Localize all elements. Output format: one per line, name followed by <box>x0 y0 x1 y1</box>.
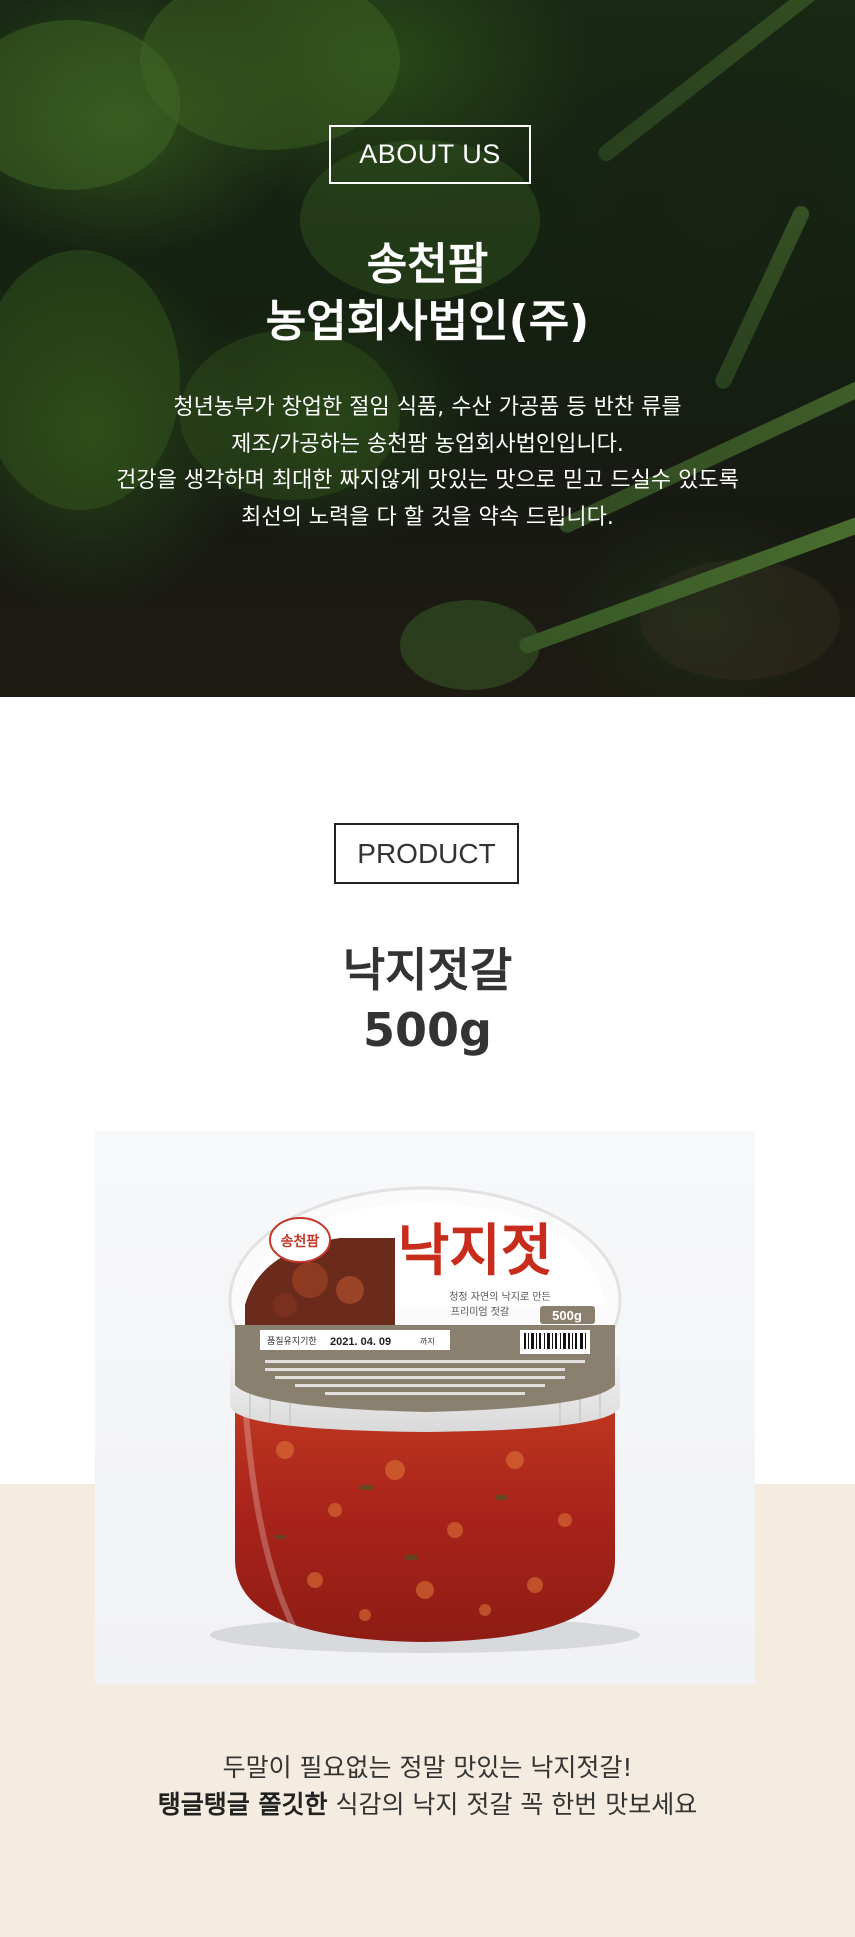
product-name: 낙지젓갈 <box>342 943 513 997</box>
description-line: 제조/가공하는 송천팜 농업회사법인입니다. <box>231 431 624 457</box>
product-photo: 송천팜 낙지젓 청정 자연의 낙지로 만든 프리미엄 젓갈 500g 품질유지기… <box>95 1130 755 1684</box>
about-us-badge: ABOUT US <box>329 125 531 184</box>
about-hero-section: ABOUT US 송천팜 농업회사법인(주) 청년농부가 창업한 절임 식품, … <box>0 0 855 697</box>
company-name: 송천팜 <box>366 239 489 290</box>
company-type: 농업회사법인(주) <box>265 296 590 347</box>
product-caption-line2: 탱글탱글 쫄깃한 식감의 낙지 젓갈 꼭 한번 맛보세요 <box>0 1785 855 1825</box>
caption-rest: 식감의 낙지 젓갈 꼭 한번 맛보세요 <box>327 1790 698 1819</box>
expiry-suffix: 까지 <box>420 1337 435 1346</box>
caption-emphasis: 탱글탱글 쫄깃한 <box>157 1790 328 1819</box>
label-tagline-2: 프리미엄 젓갈 <box>451 1305 509 1318</box>
description-line: 청년농부가 창업한 절임 식품, 수산 가공품 등 반찬 류를 <box>173 395 682 420</box>
expiry-label: 품질유지기한 <box>267 1335 317 1347</box>
label-tagline-1: 청정 자연의 낙지로 만든 <box>449 1291 551 1303</box>
description-line: 건강을 생각하며 최대한 짜지않게 맛있는 맛으로 믿고 드실수 있도록 <box>116 468 739 493</box>
weight-tag-text: 500g <box>552 1308 582 1323</box>
product-badge: PRODUCT <box>334 823 519 884</box>
label-title: 낙지젓 <box>398 1219 553 1284</box>
company-description: 청년농부가 창업한 절임 식품, 수산 가공품 등 반찬 류를 제조/가공하는 … <box>0 390 855 536</box>
expiry-date: 2021. 04. 09 <box>330 1336 391 1348</box>
description-line: 최선의 노력을 다 할 것을 약속 드립니다. <box>241 504 614 530</box>
product-caption-line1: 두말이 필요없는 정말 맛있는 낙지젓갈! <box>222 1753 633 1782</box>
octopus-jeotgal-jar-image: 송천팜 낙지젓 청정 자연의 낙지로 만든 프리미엄 젓갈 500g 품질유지기… <box>210 1186 640 1653</box>
barcode-lines <box>524 1333 586 1349</box>
product-weight: 500g <box>363 1003 492 1057</box>
brand-logo-text: 송천팜 <box>281 1233 320 1250</box>
